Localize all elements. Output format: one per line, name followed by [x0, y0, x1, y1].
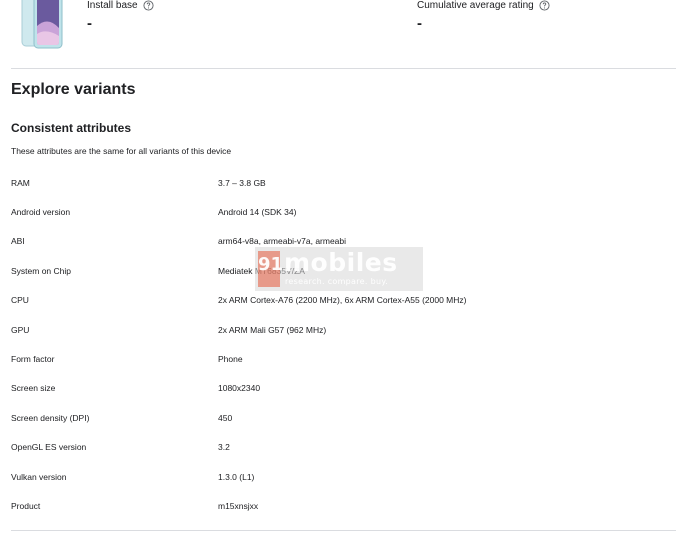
consistent-attributes-title: Consistent attributes: [11, 121, 132, 135]
attribute-name: Screen density (DPI): [11, 412, 90, 423]
watermark-name: mobiles: [284, 248, 398, 277]
attributes-table: RAM 3.7 – 3.8 GB Android version Android…: [11, 168, 671, 521]
attribute-value: 3.7 – 3.8 GB: [218, 177, 266, 188]
attribute-row: OpenGL ES version 3.2: [11, 433, 671, 462]
section-divider: [11, 530, 676, 531]
watermark-mark-text: 91: [258, 254, 284, 275]
help-icon[interactable]: [539, 0, 550, 11]
attribute-name: System on Chip: [11, 265, 71, 276]
attribute-value: 1080x2340: [218, 383, 261, 394]
attribute-value: m15xnsjxx: [218, 500, 259, 511]
attribute-value: Android 14 (SDK 34): [218, 207, 297, 218]
attribute-row: Product m15xnsjxx: [11, 491, 671, 520]
cumulative-rating-value: -: [417, 15, 422, 32]
attribute-row: Screen size 1080x2340: [11, 374, 671, 403]
help-icon[interactable]: [143, 0, 154, 11]
attribute-row: Screen density (DPI) 450: [11, 403, 671, 432]
attribute-row: Form factor Phone: [11, 344, 671, 373]
attribute-name: Vulkan version: [11, 471, 67, 482]
attribute-row: GPU 2x ARM Mali G57 (962 MHz): [11, 315, 671, 344]
cumulative-rating-label: Cumulative average rating: [417, 0, 534, 11]
attribute-value: 2x ARM Cortex-A76 (2200 MHz), 6x ARM Cor…: [218, 295, 467, 306]
section-title: Explore variants: [11, 81, 136, 98]
install-base-label: Install base: [87, 0, 138, 11]
attribute-value: 1.3.0 (L1): [218, 471, 255, 482]
attribute-row: RAM 3.7 – 3.8 GB: [11, 168, 671, 197]
section-divider: [11, 68, 676, 69]
attribute-value: 2x ARM Mali G57 (962 MHz): [218, 324, 327, 335]
install-base-stat: Install base -: [87, 0, 154, 31]
attribute-name: GPU: [11, 324, 30, 335]
attribute-name: Android version: [11, 207, 71, 218]
attribute-name: ABI: [11, 236, 25, 247]
install-base-value: -: [87, 15, 92, 32]
watermark-tagline: research. compare. buy.: [285, 277, 389, 286]
device-image: [21, 0, 63, 49]
attribute-name: Screen size: [11, 383, 56, 394]
attribute-name: Form factor: [11, 354, 55, 365]
consistent-attributes-description: These attributes are the same for all va…: [11, 146, 232, 156]
attribute-value: Phone: [218, 354, 243, 365]
cumulative-rating-stat: Cumulative average rating -: [417, 0, 550, 31]
attribute-name: Product: [11, 500, 41, 511]
attribute-value: 3.2: [218, 442, 230, 453]
attribute-value: 450: [218, 412, 233, 423]
attribute-name: CPU: [11, 295, 29, 306]
device-catalog-page: Install base - Cumulative average rating…: [0, 0, 676, 536]
attribute-name: RAM: [11, 177, 30, 188]
attribute-row: Android version Android 14 (SDK 34): [11, 197, 671, 226]
attribute-row: Vulkan version 1.3.0 (L1): [11, 462, 671, 491]
watermark-mark: 91: [258, 251, 284, 287]
attribute-value: arm64-v8a, armeabi-v7a, armeabi: [218, 236, 347, 247]
watermark-logo: 91 mobiles research. compare. buy.: [255, 247, 423, 291]
attribute-name: OpenGL ES version: [11, 442, 87, 453]
